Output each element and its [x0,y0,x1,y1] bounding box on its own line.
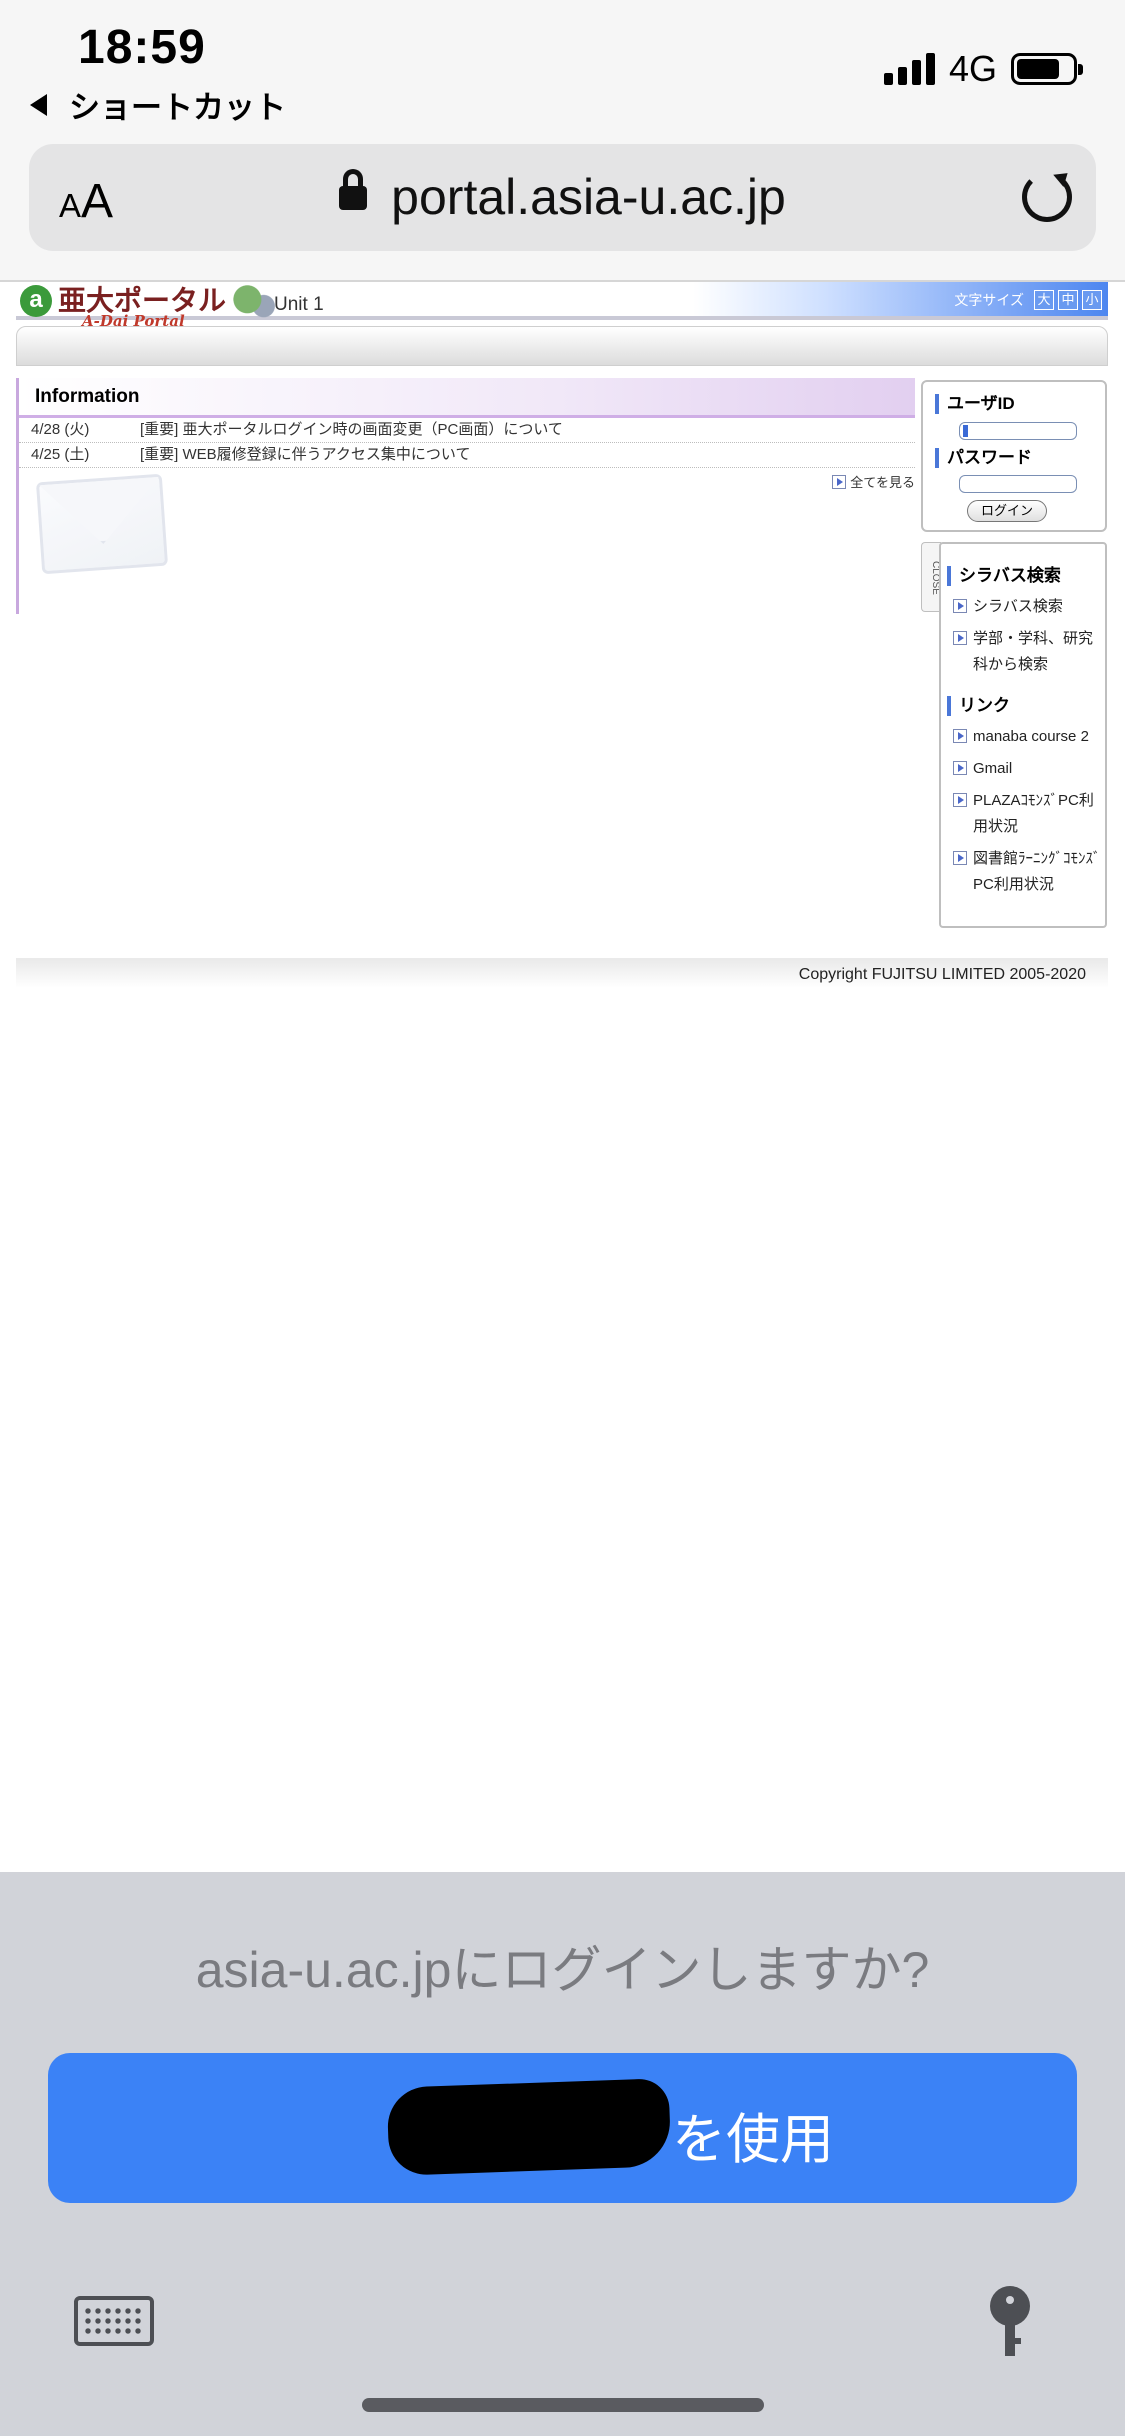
info-item[interactable]: 4/25 (土) [重要] WEB履修登録に伴うアクセス集中について [19,443,915,468]
logo-text: 亜大ポータル A-Dai Portal [58,286,226,331]
sidebar-link-plaza-commons[interactable]: PLAZAｺﾓﾝｽﾞPC利用状況 [953,788,1103,840]
arrow-square-icon [953,761,967,775]
info-date: 4/28 (火) [31,421,90,438]
login-box: ユーザID パスワード ログイン [921,380,1107,532]
sidebar-close-tab[interactable]: CLOSE [921,542,941,612]
portal-logo[interactable]: a 亜大ポータル A-Dai Portal [20,284,277,331]
battery-fill [1017,59,1060,79]
sidebar-link-manaba[interactable]: manaba course 2 [953,724,1103,750]
sidebar-link-search-by-faculty[interactable]: 学部・学科、研究科から検索 [953,626,1103,678]
font-size-large-button[interactable]: 大 [1034,290,1054,310]
status-bar: 18:59 ショートカット 4G [0,0,1125,130]
arrow-square-icon [953,793,967,807]
sidebar-link-label: 図書館ﾗｰﾆﾝｸﾞｺﾓﾝｽﾞPC利用状況 [973,850,1101,893]
font-size-medium-button[interactable]: 中 [1058,290,1078,310]
lock-icon [339,168,368,210]
arrow-square-icon [832,474,847,489]
info-link[interactable]: [重要] WEB履修登録に伴うアクセス集中について [140,443,470,467]
arrow-square-icon [953,851,967,865]
battery-icon [1011,53,1083,85]
portal-header: a 亜大ポータル A-Dai Portal Unit 1 文字サイズ 大 中 小 [16,282,1108,331]
network-type: 4G [948,48,997,89]
reload-icon[interactable] [1022,172,1072,222]
redacted-username [386,2078,672,2176]
home-indicator[interactable] [362,2398,764,2412]
logo-a-icon: a [20,285,52,317]
password-input[interactable] [959,475,1077,493]
copyright-text: Copyright FUJITSU LIMITED 2005-2020 [798,966,1086,983]
font-size-label: 文字サイズ [954,292,1024,308]
info-item[interactable]: 4/28 (火) [重要] 亜大ポータルログイン時の画面変更（PC画面）について [19,418,915,443]
sidebar-link-label: manaba course 2 [973,728,1089,745]
sidebar-link-label: Gmail [973,760,1013,777]
portal-footer: Copyright FUJITSU LIMITED 2005-2020 [16,958,1108,988]
syllabus-heading: シラバス検索 [947,566,1061,586]
browser-toolbar: AA portal.asia-u.ac.jp [0,130,1125,282]
info-date: 4/25 (土) [31,446,90,463]
password-autofill-sheet: asia-u.ac.jpにログインしますか? を使用 [0,1872,1125,2436]
arrow-square-icon [953,729,967,743]
back-label: ショートカット [69,90,286,125]
sidebar-link-gmail[interactable]: Gmail [953,756,1103,782]
sidebar-link-syllabus-search[interactable]: シラバス検索 [953,594,1103,620]
sidebar-link-label: PLAZAｺﾓﾝｽﾞPC利用状況 [973,792,1094,835]
sidebar-link-label: シラバス検索 [973,598,1063,615]
links-heading: リンク [947,696,1010,716]
information-title: Information [19,378,915,418]
key-icon[interactable] [990,2286,1030,2356]
url-display[interactable]: portal.asia-u.ac.jp [29,168,1096,226]
font-size-selector: 文字サイズ 大 中 小 [954,290,1102,310]
user-id-label: ユーザID [935,394,1015,414]
font-size-small-button[interactable]: 小 [1082,290,1102,310]
info-link[interactable]: [重要] 亜大ポータルログイン時の画面変更（PC画面）について [140,418,563,442]
sidebar-panel: シラバス検索 シラバス検索 学部・学科、研究科から検索 リンク manaba c… [939,542,1107,928]
see-all-label: 全てを見る [850,475,915,490]
information-panel: Information 4/28 (火) [重要] 亜大ポータルログイン時の画面… [16,378,915,614]
use-label: を使用 [672,2110,834,2170]
mascot-icon [232,284,277,318]
keyboard-icon[interactable] [74,2296,154,2346]
use-saved-credential-button[interactable]: を使用 [48,2053,1077,2203]
back-to-shortcuts[interactable]: ショートカット [30,82,286,127]
arrow-square-icon [953,631,967,645]
status-indicators: 4G [883,48,1083,90]
back-arrow-icon [30,93,47,116]
login-prompt: asia-u.ac.jpにログインしますか? [195,1942,930,1998]
unit-label: Unit 1 [274,294,324,315]
password-label: パスワード [935,448,1032,468]
user-id-input[interactable] [959,422,1077,440]
signal-icon [883,53,935,85]
sidebar-link-library-commons[interactable]: 図書館ﾗｰﾆﾝｸﾞｺﾓﾝｽﾞPC利用状況 [953,846,1103,898]
arrow-square-icon [953,599,967,613]
sidebar: CLOSE シラバス検索 シラバス検索 学部・学科、研究科から検索 リンク ma… [921,542,1107,928]
menu-bar [16,326,1108,366]
url-text: portal.asia-u.ac.jp [391,169,786,225]
see-all-link[interactable]: 全てを見る [832,472,915,491]
envelope-icon [35,473,169,575]
login-button[interactable]: ログイン [967,500,1047,522]
sidebar-link-label: 学部・学科、研究科から検索 [973,630,1094,673]
portal-page: a 亜大ポータル A-Dai Portal Unit 1 文字サイズ 大 中 小… [0,282,1125,1872]
address-bar[interactable]: AA portal.asia-u.ac.jp [29,144,1096,251]
status-time: 18:59 [78,21,206,74]
